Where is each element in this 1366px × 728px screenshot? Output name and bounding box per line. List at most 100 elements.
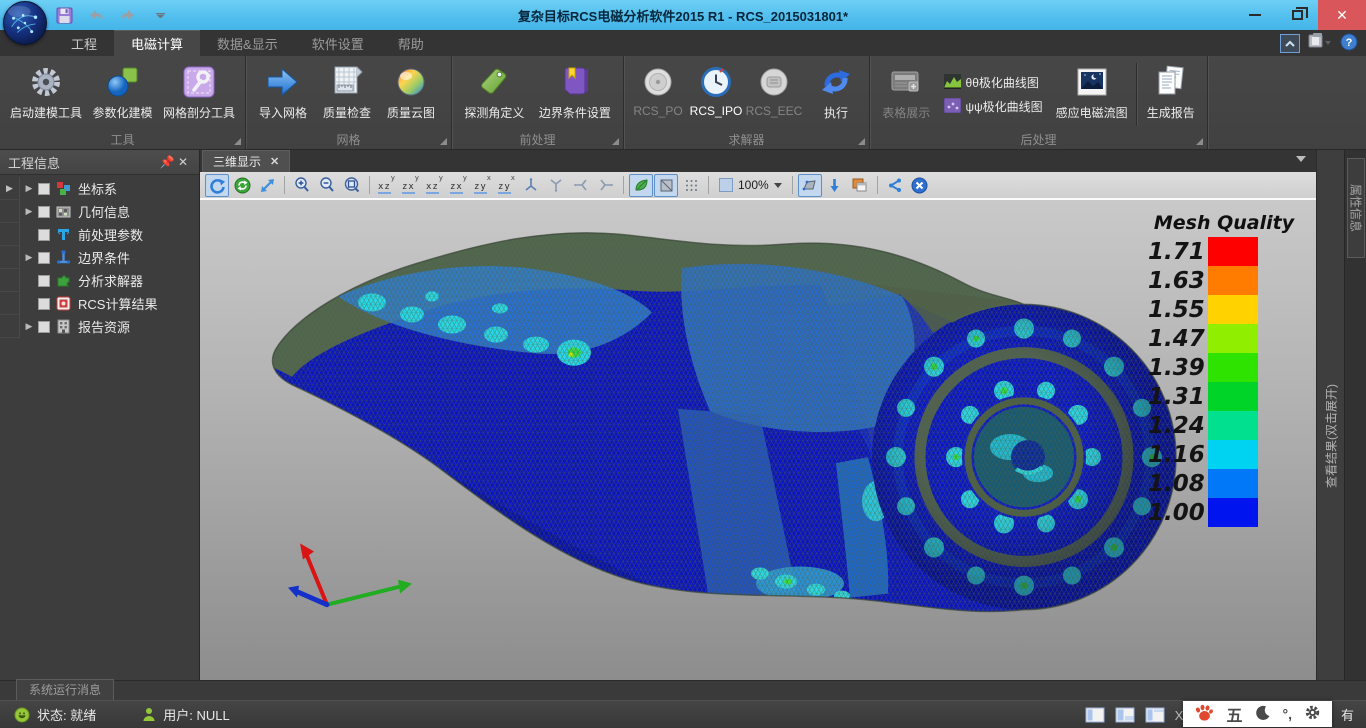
view-iso-2-button[interactable] [544,174,568,197]
zoom-in-button[interactable] [290,174,314,197]
view-left-button[interactable]: yxz [423,174,446,196]
results-collapsed-strip[interactable]: 查看结果(双击展开) [1316,150,1344,680]
tree-item-analysis-solver[interactable]: 分析求解器 [0,269,199,292]
ime-settings-gear-icon[interactable] [1304,704,1321,724]
share-flow-button[interactable] [883,174,907,197]
zoom-fit-button[interactable] [340,174,364,197]
pin-icon[interactable]: 📌 [159,155,175,169]
tab-close-icon[interactable]: ✕ [270,155,279,168]
mesh-partition-tool-button[interactable]: 网格剖分工具 [158,59,240,130]
ribbon-group-postprocess: 表格展示 θθ极化曲线图 ψψ极化曲线图 感应电磁流图 生成报告 [870,56,1208,149]
3d-canvas[interactable]: Mesh Quality 1.71 1.63 1.55 1.47 1.39 1.… [200,200,1316,680]
group-launcher-icon[interactable] [440,138,447,145]
tree-item-preprocess-params[interactable]: 前处理参数 [0,223,199,246]
wireframe-display-button[interactable] [654,174,678,197]
ime-moon-icon[interactable] [1255,705,1271,724]
close-button[interactable]: ✕ [1318,0,1366,30]
ime-logo-paw-icon[interactable] [1194,703,1214,725]
coordinate-system-icon [55,180,72,197]
close-view-button[interactable] [908,174,932,197]
tab-3d-display[interactable]: 三维显示 ✕ [202,150,290,172]
view-iso-1-button[interactable] [519,174,543,197]
qat-dropdown-icon[interactable] [150,5,170,25]
view-iso-3-button[interactable] [569,174,593,197]
tree-item-geometry-info[interactable]: ▶ 几何信息 [0,200,199,223]
collapse-ribbon-icon[interactable] [1280,34,1300,53]
table-display-button[interactable]: 表格展示 [875,59,938,130]
tab-settings[interactable]: 软件设置 [295,30,381,56]
checkbox[interactable] [38,321,50,333]
view-top-button[interactable]: xzy [471,174,494,196]
view-right-button[interactable]: yzx [447,174,470,196]
probe-angle-define-button[interactable]: 探测角定义 [457,59,532,130]
induced-current-map-button[interactable]: 感应电磁流图 [1049,59,1135,130]
tree-item-coordinate-system[interactable]: ▶▶ 坐标系 [0,177,199,200]
psi-polarization-curve-button[interactable]: ψψ极化曲线图 [944,98,1043,116]
view-back-button[interactable]: yzx [399,174,422,196]
shaded-display-button[interactable] [629,174,653,197]
tab-properties-info[interactable]: 属性信息 [1347,158,1365,258]
tab-system-messages[interactable]: 系统运行消息 [16,679,114,700]
checkbox[interactable] [38,298,50,310]
layout-bottom-panel-icon[interactable] [1115,707,1135,723]
minimize-button[interactable] [1234,0,1276,30]
tree-item-boundary-conditions[interactable]: ▶ 边界条件 [0,246,199,269]
tab-help[interactable]: 帮助 [381,30,441,56]
rcs-eec-button[interactable]: RCS_EEC [745,59,803,130]
window-buttons: ✕ [1234,0,1366,30]
group-launcher-icon[interactable] [1196,138,1203,145]
rotate-view-button[interactable] [205,174,229,197]
drop-down-arrow-button[interactable] [823,174,847,197]
tab-overflow-icon[interactable] [1296,156,1306,162]
help-icon[interactable]: ? [1340,33,1358,54]
checkbox[interactable] [38,229,50,241]
redo-icon[interactable] [118,5,138,25]
checkbox[interactable] [38,275,50,287]
theta-polarization-curve-button[interactable]: θθ极化曲线图 [944,74,1043,92]
panel-close-icon[interactable]: ✕ [175,155,191,169]
refresh-view-button[interactable] [230,174,254,197]
group-launcher-icon[interactable] [858,138,865,145]
rcs-po-button[interactable]: RCS_PO [629,59,687,130]
parametric-modeling-button[interactable]: 参数化建模 [87,59,158,130]
quality-check-button[interactable]: 质量检查 [315,59,379,130]
checkbox[interactable] [38,252,50,264]
app-logo-icon[interactable] [3,1,47,45]
checkbox[interactable] [38,183,50,195]
layout-right-panel-icon[interactable] [1145,707,1165,723]
zoom-scale-select[interactable]: 100% [714,178,787,192]
view-iso-4-button[interactable] [594,174,618,197]
undo-icon[interactable] [86,5,106,25]
boundary-settings-button[interactable]: 边界条件设置 [532,59,618,130]
device-icon[interactable] [1308,33,1332,54]
layout-left-panel-icon[interactable] [1085,707,1105,723]
ime-mode-char[interactable]: 五 [1226,702,1242,726]
ime-punctuation[interactable]: °, [1283,706,1293,722]
generate-report-button[interactable]: 生成报告 [1139,59,1202,130]
rcs-ipo-button[interactable]: RCS_IPO [687,59,745,130]
zoom-scale-value: 100% [738,178,769,192]
import-mesh-button[interactable]: 导入网格 [251,59,315,130]
launch-modeling-tool-button[interactable]: 启动建模工具 [5,59,87,130]
execute-button[interactable]: 执行 [807,59,865,130]
group-launcher-icon[interactable] [612,138,619,145]
tree-item-rcs-results[interactable]: RCS计算结果 [0,292,199,315]
points-display-button[interactable] [679,174,703,197]
tab-data-display[interactable]: 数据&显示 [200,30,295,56]
execute-refresh-icon [818,62,854,102]
group-launcher-icon[interactable] [234,138,241,145]
quality-cloud-map-button[interactable]: 质量云图 [379,59,443,130]
cascade-windows-button[interactable] [848,174,872,197]
view-front-button[interactable]: yxz [375,174,398,196]
zoom-out-button[interactable] [315,174,339,197]
checkbox[interactable] [38,206,50,218]
pan-zoom-arrow-button[interactable] [255,174,279,197]
tree-item-report-resources[interactable]: ▶ 报告资源 [0,315,199,338]
legend-title: Mesh Quality [1148,212,1300,234]
tab-em-computation[interactable]: 电磁计算 [114,30,200,56]
view-bottom-button[interactable]: xzy [495,174,518,196]
tab-project[interactable]: 工程 [54,30,114,56]
surface-select-button[interactable] [798,174,822,197]
restore-button[interactable] [1276,0,1318,30]
save-icon[interactable] [54,5,74,25]
